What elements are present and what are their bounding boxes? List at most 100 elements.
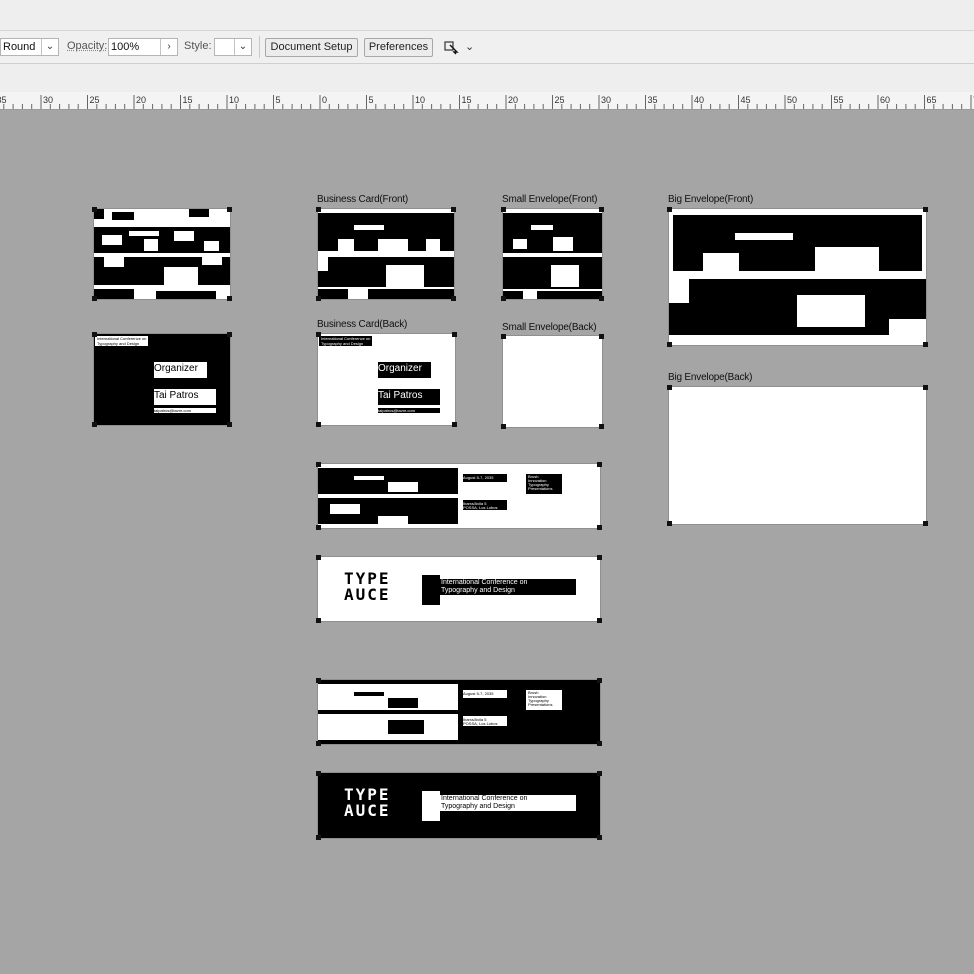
- card-header: International Conference on Typography a…: [95, 336, 149, 346]
- ruler-label: 60: [880, 95, 890, 105]
- ruler-label: 15: [183, 95, 193, 105]
- corner-handle[interactable]: [316, 741, 321, 746]
- chevron-down-icon[interactable]: ⌄: [465, 40, 474, 53]
- banner-venue-line2: POSSA, Los Lobos: [463, 721, 498, 726]
- corner-handle[interactable]: [667, 207, 672, 212]
- pattern-artwork: [318, 468, 562, 524]
- corner-handle[interactable]: [451, 296, 456, 301]
- small-envelope-back-artboard[interactable]: [502, 335, 603, 428]
- corner-handle[interactable]: [316, 555, 321, 560]
- corner-handle[interactable]: [227, 332, 232, 337]
- pattern-artwork: [318, 684, 562, 740]
- corner-handle[interactable]: [599, 207, 604, 212]
- corner-handle[interactable]: [316, 296, 321, 301]
- separator: [259, 36, 260, 58]
- corner-handle[interactable]: [227, 207, 232, 212]
- corner-handle[interactable]: [316, 771, 321, 776]
- corner-handle[interactable]: [597, 741, 602, 746]
- preferences-button[interactable]: Preferences: [364, 38, 433, 57]
- corner-handle[interactable]: [923, 207, 928, 212]
- corner-handle[interactable]: [599, 296, 604, 301]
- corner-handle[interactable]: [597, 555, 602, 560]
- black-card-preview[interactable]: International Conference on Typography a…: [93, 333, 231, 426]
- ruler-label: 5: [276, 95, 281, 105]
- corner-handle[interactable]: [452, 332, 457, 337]
- ruler-label: 65: [927, 95, 937, 105]
- artboard-label-small-envelope-back[interactable]: Small Envelope(Back): [502, 322, 597, 333]
- card-name: Tai Patros: [154, 389, 216, 405]
- pattern-artwork: [318, 209, 454, 299]
- banner-logo-black[interactable]: TYPE AUCE International Conference on Ty…: [317, 772, 601, 839]
- corner-handle[interactable]: [452, 422, 457, 427]
- corner-handle[interactable]: [501, 296, 506, 301]
- corner-handle[interactable]: [316, 525, 321, 530]
- big-envelope-front-artboard[interactable]: [668, 208, 927, 346]
- corner-handle[interactable]: [92, 332, 97, 337]
- pattern-artwork: [503, 209, 602, 299]
- corner-handle[interactable]: [316, 835, 321, 840]
- card-email: taipatros@tavre.com: [154, 408, 216, 413]
- artboard-label-business-card-back[interactable]: Business Card(Back): [317, 319, 407, 330]
- corner-handle[interactable]: [501, 207, 506, 212]
- stroke-profile-value: Round: [3, 41, 36, 53]
- corner-handle[interactable]: [923, 342, 928, 347]
- corner-handle[interactable]: [501, 334, 506, 339]
- style-dropdown[interactable]: ⌄: [214, 38, 252, 56]
- corner-handle[interactable]: [92, 296, 97, 301]
- artboard-label-business-card-front[interactable]: Business Card(Front): [317, 194, 408, 205]
- small-envelope-front-artboard[interactable]: [502, 208, 603, 300]
- corner-handle[interactable]: [227, 296, 232, 301]
- business-card-front-artboard[interactable]: [317, 208, 455, 300]
- corner-handle[interactable]: [597, 678, 602, 683]
- corner-handle[interactable]: [597, 462, 602, 467]
- corner-handle[interactable]: [451, 207, 456, 212]
- banner-logo-white[interactable]: TYPE AUCE International Conference on Ty…: [317, 556, 601, 622]
- corner-handle[interactable]: [597, 618, 602, 623]
- corner-handle[interactable]: [597, 835, 602, 840]
- pattern-artwork: [669, 209, 926, 345]
- corner-handle[interactable]: [667, 521, 672, 526]
- corner-handle[interactable]: [501, 424, 506, 429]
- corner-handle[interactable]: [923, 521, 928, 526]
- stroke-profile-dropdown[interactable]: Round ⌄: [0, 38, 59, 56]
- business-card-back-artboard[interactable]: International Conference on Typography a…: [317, 333, 456, 426]
- artboard-label-big-envelope-back[interactable]: Big Envelope(Back): [668, 372, 752, 383]
- pattern-card-preview[interactable]: [93, 208, 231, 300]
- chevron-right-icon[interactable]: ›: [160, 39, 177, 55]
- arrange-icon[interactable]: [444, 39, 460, 55]
- corner-handle[interactable]: [599, 424, 604, 429]
- ruler-label: 25: [90, 95, 100, 105]
- ruler-label: 20: [508, 95, 518, 105]
- corner-handle[interactable]: [667, 342, 672, 347]
- corner-handle[interactable]: [316, 332, 321, 337]
- ruler-label: 50: [787, 95, 797, 105]
- banner-topic: Presentations: [528, 702, 553, 707]
- banner-date: August 5-7, 2035: [463, 475, 494, 480]
- big-envelope-back-artboard[interactable]: [668, 386, 927, 525]
- ruler-label: 5: [369, 95, 374, 105]
- corner-handle[interactable]: [92, 207, 97, 212]
- banner-pattern-white[interactable]: August 5-7, 2035 Ibarra/Avila 5 POSSA, L…: [317, 463, 601, 529]
- ruler-label: 0: [322, 95, 327, 105]
- corner-handle[interactable]: [597, 525, 602, 530]
- corner-handle[interactable]: [227, 422, 232, 427]
- corner-handle[interactable]: [316, 678, 321, 683]
- banner-pattern-black[interactable]: August 5-7, 2035 Ibarra/Avila 5 POSSA, L…: [317, 679, 601, 745]
- style-label: Style:: [184, 40, 212, 52]
- corner-handle[interactable]: [316, 618, 321, 623]
- corner-handle[interactable]: [316, 422, 321, 427]
- opacity-field[interactable]: 100% ›: [108, 38, 178, 56]
- corner-handle[interactable]: [667, 385, 672, 390]
- corner-handle[interactable]: [599, 334, 604, 339]
- artboard-label-big-envelope-front[interactable]: Big Envelope(Front): [668, 194, 753, 205]
- corner-handle[interactable]: [316, 207, 321, 212]
- document-setup-button[interactable]: Document Setup: [265, 38, 358, 57]
- corner-handle[interactable]: [316, 462, 321, 467]
- artboard-label-small-envelope-front[interactable]: Small Envelope(Front): [502, 194, 597, 205]
- corner-handle[interactable]: [923, 385, 928, 390]
- corner-handle[interactable]: [92, 422, 97, 427]
- corner-handle[interactable]: [597, 771, 602, 776]
- card-name: Tai Patros: [378, 389, 440, 405]
- logo-block: [422, 575, 440, 605]
- logo-block: [422, 791, 440, 821]
